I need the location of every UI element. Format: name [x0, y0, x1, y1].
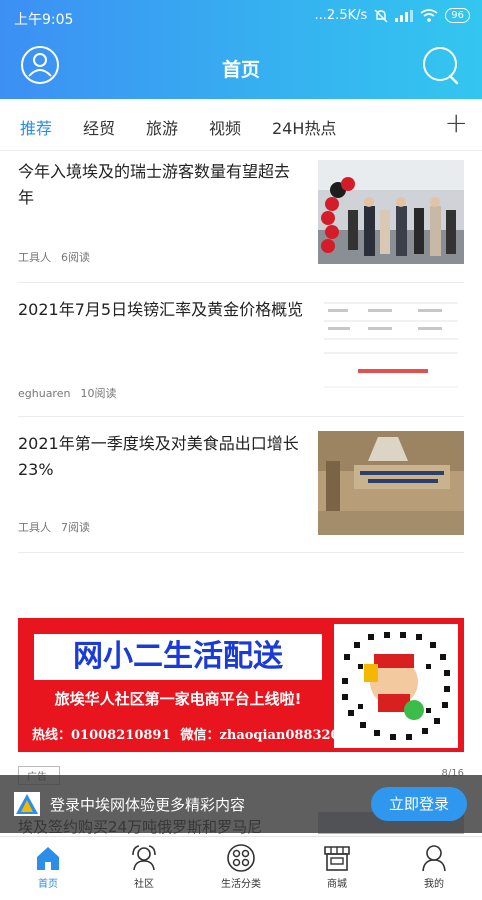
article-author: 工具人	[18, 521, 51, 534]
app-header: 上午9:05 ...2.5K/s 96 首页	[0, 0, 482, 99]
article-thumbnail[interactable]	[318, 160, 464, 264]
article-title[interactable]: 2021年第一季度埃及对美食品出口增长23%	[18, 431, 304, 483]
article-title[interactable]: 2021年7月5日埃镑汇率及黄金价格概览	[18, 297, 304, 323]
article-author: eghuaren	[18, 387, 71, 400]
article-item[interactable]: 2021年第一季度埃及对美食品出口增长23% 工具人 7阅读	[18, 417, 464, 553]
battery-indicator: 96	[445, 8, 470, 23]
signal-icon	[395, 9, 414, 22]
nav-categories[interactable]: 生活分类	[193, 843, 289, 890]
shop-icon	[324, 846, 350, 871]
tab-video[interactable]: 视频	[209, 115, 241, 139]
status-time: 上午9:05	[14, 12, 74, 28]
search-icon[interactable]	[420, 45, 460, 85]
status-indicators: ...2.5K/s 96	[315, 8, 470, 23]
mute-icon	[374, 9, 388, 22]
bottom-navigation: 首页 社区 生活分类 商城 我的	[0, 836, 482, 900]
article-meta: 工具人 6阅读	[18, 249, 90, 265]
banner-wechat: 微信：zhaoqian088320	[180, 728, 340, 743]
nav-profile[interactable]: 我的	[386, 843, 482, 890]
banner-title: 网小二生活配送	[34, 634, 322, 680]
login-button[interactable]: 立即登录	[371, 787, 467, 821]
article-reads: 7阅读	[61, 521, 90, 534]
article-meta: eghuaren 10阅读	[18, 385, 116, 401]
tab-recommend[interactable]: 推荐	[20, 115, 52, 139]
nav-label: 我的	[424, 879, 444, 890]
nav-label: 商城	[327, 879, 347, 890]
category-icon	[227, 844, 255, 872]
wifi-icon	[420, 9, 438, 22]
article-thumbnail[interactable]	[318, 291, 464, 395]
qr-code-icon	[334, 624, 458, 748]
banner-subtitle: 旅埃华人社区第一家电商平台上线啦!	[54, 690, 302, 708]
article-title[interactable]: 今年入境埃及的瑞士游客数量有望超去年	[18, 159, 304, 211]
article-author: 工具人	[18, 251, 51, 264]
login-prompt-text: 登录中埃网体验更多精彩内容	[50, 796, 246, 814]
community-icon	[132, 845, 156, 871]
app-logo-icon	[14, 792, 40, 816]
page-title: 首页	[221, 59, 260, 81]
tab-24h-hot[interactable]: 24H热点	[272, 115, 336, 139]
nav-community[interactable]: 社区	[96, 843, 192, 890]
nav-home[interactable]: 首页	[0, 843, 96, 890]
nav-label: 生活分类	[221, 879, 261, 890]
add-tab-button[interactable]: +	[445, 109, 468, 137]
tab-trade[interactable]: 经贸	[83, 115, 115, 139]
article-reads: 10阅读	[80, 387, 117, 400]
banner-ad[interactable]: 网小二生活配送 旅埃华人社区第一家电商平台上线啦! 热线：01008210891…	[18, 618, 464, 752]
nav-shop[interactable]: 商城	[289, 843, 385, 890]
article-meta: 工具人 7阅读	[18, 519, 90, 535]
login-prompt-bar: 登录中埃网体验更多精彩内容 立即登录	[0, 775, 482, 833]
banner-contact: 热线：01008210891 微信：zhaoqian088320	[32, 724, 340, 743]
profile-icon	[422, 845, 446, 872]
home-icon	[37, 847, 59, 870]
category-tabs: 推荐 经贸 旅游 视频 24H热点 +	[0, 99, 482, 151]
article-reads: 6阅读	[61, 251, 90, 264]
tab-travel[interactable]: 旅游	[146, 115, 178, 139]
article-item[interactable]: 今年入境埃及的瑞士游客数量有望超去年 工具人 6阅读	[18, 151, 464, 283]
network-speed: ...2.5K/s	[314, 8, 368, 23]
status-bar: 上午9:05 ...2.5K/s 96	[0, 0, 482, 36]
article-item[interactable]: 2021年7月5日埃镑汇率及黄金价格概览 eghuaren 10阅读	[18, 283, 464, 417]
nav-label: 社区	[134, 879, 154, 890]
banner-phone: 热线：01008210891	[32, 728, 171, 743]
article-thumbnail[interactable]	[318, 431, 464, 535]
nav-label: 首页	[38, 879, 58, 890]
